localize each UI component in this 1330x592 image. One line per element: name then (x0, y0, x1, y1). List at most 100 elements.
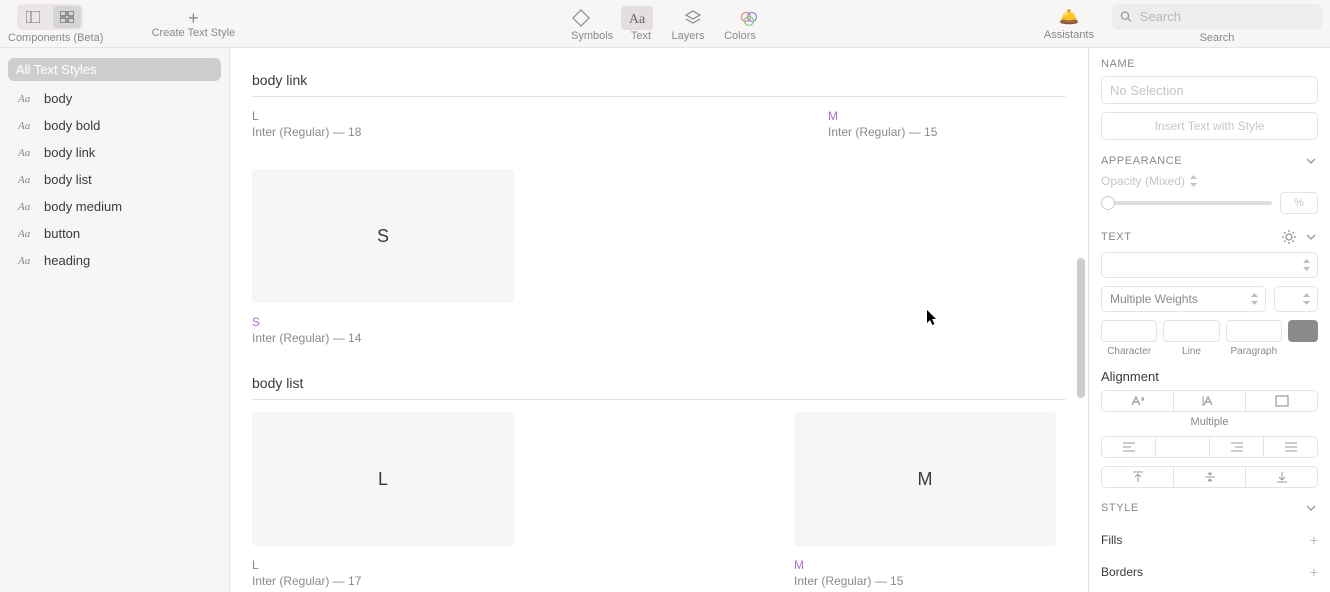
sidebar-item[interactable]: Aabody list (0, 166, 229, 193)
style-meta: Inter (Regular) — 14 (252, 331, 514, 345)
view-mode-segment[interactable] (17, 4, 83, 30)
layers-label: Layers (669, 30, 707, 42)
line-label: Line (1163, 346, 1219, 357)
font-weight-dropdown[interactable]: Multiple Weights (1101, 286, 1266, 312)
opacity-slider[interactable] (1101, 201, 1272, 205)
vertical-align-segment[interactable] (1101, 466, 1318, 488)
fixed-size-option[interactable] (1246, 391, 1317, 411)
preview-card: M (794, 412, 1056, 546)
sidebar-item[interactable]: Aabody bold (0, 112, 229, 139)
assistants-button[interactable]: 🛎️ Assistants (1044, 7, 1094, 41)
text-glyph-icon: Aa (18, 228, 34, 240)
search-field[interactable] (1112, 4, 1322, 30)
character-label: Character (1101, 346, 1157, 357)
opacity-label: Opacity (Mixed) (1101, 174, 1318, 188)
auto-width-segment[interactable] (1101, 390, 1318, 412)
paragraph-label: Paragraph (1226, 346, 1282, 357)
style-meta: Inter (Regular) — 15 (828, 125, 1088, 139)
add-fill-button[interactable]: + (1310, 532, 1318, 548)
insert-text-button[interactable]: Insert Text with Style (1101, 112, 1318, 140)
sidebar-item[interactable]: Aa button (0, 220, 229, 247)
colors-label: Colors (721, 30, 759, 42)
symbols-tab-icon[interactable] (565, 6, 597, 30)
align-left-button[interactable] (1102, 437, 1156, 457)
assistants-icon: 🛎️ (1059, 7, 1079, 27)
text-label: Text (627, 30, 655, 42)
preview-glyph: M (918, 469, 933, 490)
auto-width-option[interactable] (1102, 391, 1174, 411)
create-text-style[interactable]: + Create Text Style (103, 9, 283, 39)
style-cell[interactable]: M M Inter (Regular) — 15 (794, 412, 1056, 588)
name-header: NAME (1101, 58, 1135, 70)
text-glyph-icon: Aa (18, 120, 34, 132)
text-tab-icon[interactable]: Aa (621, 6, 653, 30)
name-field[interactable]: No Selection (1101, 76, 1318, 104)
font-size-dropdown[interactable] (1274, 286, 1318, 312)
slider-knob[interactable] (1101, 196, 1115, 210)
layers-tab-icon[interactable] (677, 6, 709, 30)
multiple-indicator: Multiple (1101, 416, 1318, 428)
line-height-input[interactable] (1163, 320, 1219, 342)
character-spacing-input[interactable] (1101, 320, 1157, 342)
canvas[interactable]: body link L Inter (Regular) — 18 M Inter… (230, 48, 1088, 592)
text-glyph-icon: Aa (18, 255, 34, 267)
gear-icon[interactable] (1282, 230, 1296, 244)
style-cell[interactable]: L L Inter (Regular) — 17 (252, 412, 514, 588)
chevron-down-icon[interactable] (1304, 154, 1318, 168)
plus-icon: + (188, 8, 199, 28)
align-justify-button[interactable] (1264, 437, 1317, 457)
paragraph-spacing-input[interactable] (1226, 320, 1282, 342)
scrollbar-thumb[interactable] (1077, 258, 1085, 398)
sidebar-item-label: body medium (44, 199, 122, 214)
font-family-dropdown[interactable] (1101, 252, 1318, 278)
valign-top-button[interactable] (1102, 467, 1174, 487)
stepper-icon (1189, 175, 1198, 187)
grid-view-icon[interactable] (53, 6, 81, 28)
create-label: Create Text Style (152, 27, 236, 39)
sidebar-item[interactable]: Aabody (0, 85, 229, 112)
scrollbar[interactable] (1076, 48, 1086, 592)
style-header: STYLE (1101, 502, 1139, 514)
horizontal-align-segment[interactable] (1101, 436, 1318, 458)
sidebar-item-label: button (44, 226, 80, 241)
inspector: NAME No Selection Insert Text with Style… (1088, 48, 1330, 592)
align-center-button[interactable] (1156, 437, 1210, 457)
valign-bottom-button[interactable] (1246, 467, 1317, 487)
add-border-button[interactable]: + (1310, 564, 1318, 580)
text-glyph-icon: Aa (18, 201, 34, 213)
style-cell[interactable]: L Inter (Regular) — 18 (252, 109, 514, 139)
chevron-down-icon[interactable] (1304, 501, 1318, 515)
style-cell[interactable]: S S Inter (Regular) — 14 (252, 169, 514, 345)
preview-glyph: L (378, 469, 388, 490)
sidebar-list: Aabody Aabody bold Aabody link Aabody li… (0, 85, 229, 274)
preview-card: L (252, 412, 514, 546)
chevron-down-icon[interactable] (1304, 230, 1318, 244)
section-title: body link (252, 72, 1066, 88)
text-glyph-icon: Aa (18, 147, 34, 159)
svg-text:Aa: Aa (629, 12, 646, 27)
color-swatch[interactable] (1288, 320, 1318, 342)
style-meta: Inter (Regular) — 17 (252, 574, 514, 588)
valign-middle-button[interactable] (1174, 467, 1246, 487)
sidebar-item[interactable]: Aaheading (0, 247, 229, 274)
align-right-button[interactable] (1210, 437, 1264, 457)
text-glyph-icon: Aa (18, 93, 34, 105)
sidebar-item[interactable]: Aa body medium (0, 193, 229, 220)
sidebar-item[interactable]: Aa body link (0, 139, 229, 166)
dropdown-arrows-icon (1250, 293, 1259, 305)
sidebar-all-text-styles[interactable]: All Text Styles (8, 58, 221, 81)
auto-height-option[interactable] (1174, 391, 1246, 411)
colors-tab-icon[interactable] (733, 6, 765, 30)
sidebar-item-label: body (44, 91, 72, 106)
style-cell[interactable]: M Inter (Regular) — 15 (828, 109, 1088, 139)
preview-glyph: S (377, 226, 389, 247)
dropdown-arrows-icon (1302, 259, 1311, 271)
sidebar-item-label: body link (44, 145, 95, 160)
toolbar: Components (Beta) + Create Text Style Aa (0, 0, 1330, 48)
alignment-label: Alignment (1101, 369, 1318, 384)
symbols-label: Symbols (571, 30, 613, 42)
appearance-header: APPEARANCE (1101, 155, 1182, 167)
search-input[interactable] (1138, 8, 1314, 25)
opacity-percent[interactable]: % (1280, 192, 1318, 214)
list-view-icon[interactable] (19, 6, 47, 28)
